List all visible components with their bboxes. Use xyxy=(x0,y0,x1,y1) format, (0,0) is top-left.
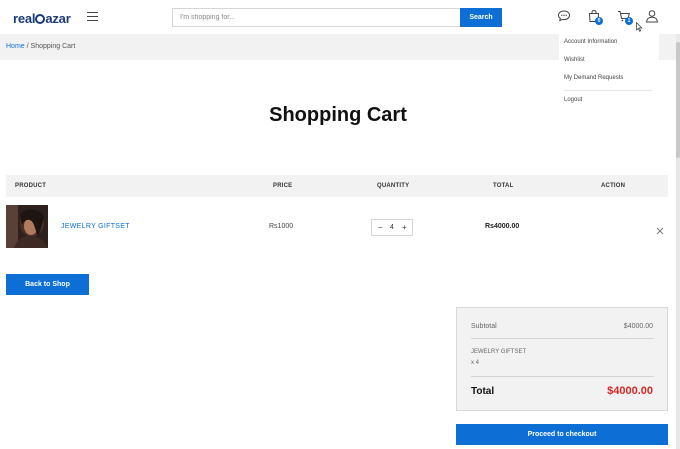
column-header-total: TOTAL xyxy=(493,183,514,189)
brand-logo[interactable]: real azar xyxy=(13,11,71,26)
summary-divider xyxy=(471,376,654,377)
menu-icon[interactable] xyxy=(87,12,98,21)
column-header-quantity: QUANTITY xyxy=(377,183,410,189)
quantity-stepper: − 4 + xyxy=(371,219,413,236)
menu-divider xyxy=(564,90,652,91)
product-thumbnail[interactable] xyxy=(6,205,48,248)
bag-count-badge: 0 xyxy=(595,17,603,25)
summary-item-quantity: x 4 xyxy=(471,360,480,366)
menu-item-logout[interactable]: Logout xyxy=(564,97,582,103)
product-name-link[interactable]: JEWELRY GIFTSET xyxy=(61,223,130,230)
breadcrumb-current: Shopping Cart xyxy=(30,43,76,50)
page-title: Shopping Cart xyxy=(269,104,407,126)
column-header-product: PRODUCT xyxy=(15,183,47,189)
scrollbar-thumb[interactable] xyxy=(676,42,680,158)
row-total: Rs4000.00 xyxy=(485,223,520,230)
cart-count-badge: 1 xyxy=(625,17,633,25)
logo-text-start: real xyxy=(13,11,36,26)
menu-item-account-information[interactable]: Account Information xyxy=(564,39,617,45)
page: realazar Search 0 1 Home / Shopping C xyxy=(0,0,680,449)
chat-icon[interactable] xyxy=(557,9,573,25)
logo-text-end: azar xyxy=(45,11,71,26)
cart-table-header: PRODUCT PRICE QUANTITY TOTAL ACTION xyxy=(6,175,668,197)
summary-divider xyxy=(471,338,654,339)
product-price: Rs1000 xyxy=(269,223,294,230)
breadcrumb: Home / Shopping Cart xyxy=(6,43,75,50)
search-button[interactable]: Search xyxy=(460,8,502,27)
cart-icon[interactable]: 1 xyxy=(617,9,633,25)
breadcrumb-separator: / xyxy=(26,43,29,50)
total-label: Total xyxy=(471,386,495,397)
account-dropdown-menu: Account Information Wishlist My Demand R… xyxy=(559,33,659,111)
site-header: real azar Search 0 1 xyxy=(0,0,680,34)
remove-item-close-icon[interactable] xyxy=(656,222,664,235)
back-to-shop-button[interactable]: Back to Shop xyxy=(6,274,89,295)
total-value: $4000.00 xyxy=(607,385,653,397)
page-scrollbar[interactable] xyxy=(676,34,680,449)
proceed-to-checkout-button[interactable]: Proceed to checkout xyxy=(456,424,668,445)
subtotal-value: $4000.00 xyxy=(623,323,653,330)
summary-item-name: JEWELRY GIFTSET xyxy=(471,349,527,355)
menu-item-my-demand-requests[interactable]: My Demand Requests xyxy=(564,75,623,81)
subtotal-label: Subtotal xyxy=(471,323,497,330)
cart-item-row: JEWELRY GIFTSET Rs1000 − 4 + Rs4000.00 xyxy=(6,205,668,249)
quantity-value[interactable]: 4 xyxy=(390,223,394,232)
menu-item-wishlist[interactable]: Wishlist xyxy=(564,57,585,63)
bag-icon[interactable]: 0 xyxy=(587,9,603,25)
logo-mark xyxy=(35,14,46,24)
quantity-decrement-button[interactable]: − xyxy=(378,223,383,232)
quantity-increment-button[interactable]: + xyxy=(402,223,407,232)
breadcrumb-home-link[interactable]: Home xyxy=(6,43,25,50)
order-summary: Subtotal $4000.00 JEWELRY GIFTSET x 4 To… xyxy=(456,307,668,411)
column-header-action: ACTION xyxy=(601,183,626,189)
search-input[interactable] xyxy=(172,8,460,27)
column-header-price: PRICE xyxy=(273,183,293,189)
user-icon[interactable] xyxy=(645,9,661,25)
